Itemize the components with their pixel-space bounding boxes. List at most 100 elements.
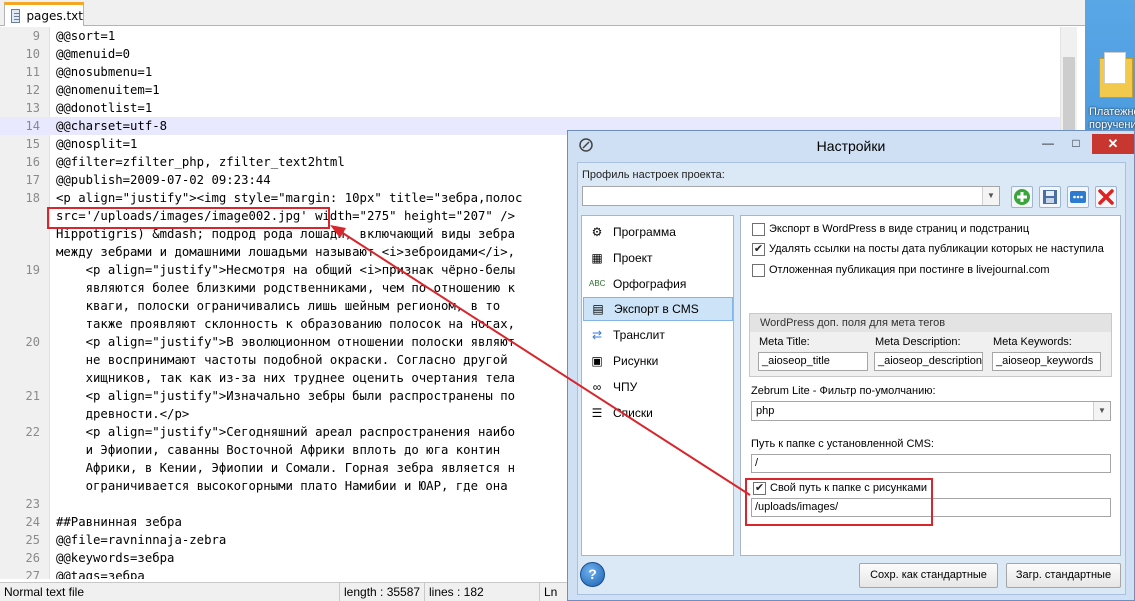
cms-path-input[interactable]: / <box>751 454 1111 473</box>
status-ln: Ln <box>544 585 558 599</box>
profile-select[interactable]: ▼ <box>582 186 1000 206</box>
delete-future-links-label: Удалять ссылки на посты дата публикации … <box>769 243 1104 255</box>
line-number: 17 <box>25 173 40 187</box>
export-icon: ▤ <box>592 302 604 316</box>
settings-dialog: Настройки — □ ✕ Профиль настроек проекта… <box>567 130 1135 601</box>
status-length: length : 35587 <box>340 583 425 601</box>
nav-item-images[interactable]: ▣ Рисунки <box>583 349 733 373</box>
meta-description-input[interactable]: _aioseop_description <box>874 352 983 371</box>
line-number: 24 <box>25 515 40 529</box>
save-icon <box>1043 190 1057 204</box>
line-text: @@nosplit=1 <box>56 137 138 151</box>
code-line[interactable]: 10 @@menuid=0 <box>0 45 1060 63</box>
meta-keywords-input[interactable]: _aioseop_keywords <box>992 352 1101 371</box>
nav-item-spelling[interactable]: ABC Орфография <box>583 272 733 296</box>
line-text: являются более близкими родственниками, … <box>56 281 516 295</box>
maximize-button[interactable]: □ <box>1064 134 1088 154</box>
nav-item-lists[interactable]: ☰ Списки <box>583 401 733 425</box>
line-text: @@nosubmenu=1 <box>56 65 153 79</box>
line-text: @@menuid=0 <box>56 47 131 61</box>
minimize-button[interactable]: — <box>1036 134 1060 154</box>
filter-label: Zebrum Lite - Фильтр по-умолчанию: <box>751 385 936 397</box>
load-default-button[interactable]: Загр. стандартные <box>1006 563 1121 588</box>
delayed-publish-label: Отложенная публикация при постинге в liv… <box>769 264 1050 276</box>
chevron-down-icon[interactable]: ▼ <box>982 187 999 205</box>
nav-label: Программа <box>613 225 676 239</box>
ellipsis-icon <box>1070 191 1086 203</box>
add-profile-button[interactable] <box>1011 186 1033 208</box>
line-text: @@tags=зебра <box>56 569 145 579</box>
line-number: 13 <box>25 101 40 115</box>
translit-icon: ⇄ <box>591 328 603 342</box>
more-profile-button[interactable] <box>1067 186 1089 208</box>
status-lines: lines : 182 <box>425 583 540 601</box>
help-button[interactable]: ? <box>580 562 605 587</box>
code-line[interactable]: 12 @@nomenuitem=1 <box>0 81 1060 99</box>
save-as-default-button[interactable]: Сохр. как стандартные <box>859 563 998 588</box>
close-button[interactable]: ✕ <box>1092 134 1134 154</box>
folder-paper <box>1104 52 1126 84</box>
line-number: 12 <box>25 83 40 97</box>
dialog-titlebar[interactable]: Настройки — □ ✕ <box>568 131 1134 161</box>
scrollbar-thumb[interactable] <box>1063 57 1075 137</box>
nav-item-translit[interactable]: ⇄ Транслит <box>583 323 733 347</box>
nav-item-project[interactable]: ▦ Проект <box>583 246 733 270</box>
line-number: 18 <box>25 191 40 205</box>
line-text: <p align="justify">В эволюционном отноше… <box>56 335 516 349</box>
line-number: 14 <box>25 119 40 133</box>
line-text: @@donotlist=1 <box>56 101 153 115</box>
line-number: 22 <box>25 425 40 439</box>
line-number: 20 <box>25 335 40 349</box>
line-number: 9 <box>32 29 40 43</box>
nav-label: Орфография <box>613 277 687 291</box>
cms-path-label: Путь к папке с установленной CMS: <box>751 438 934 450</box>
line-text: @@publish=2009-07-02 09:23:44 <box>56 173 271 187</box>
chevron-down-icon[interactable]: ▼ <box>1093 402 1110 420</box>
project-icon: ▦ <box>591 251 603 265</box>
code-line[interactable]: 9 @@sort=1 <box>0 27 1060 45</box>
line-number: 21 <box>25 389 40 403</box>
line-text: @@charset=utf-8 <box>56 119 168 133</box>
code-line[interactable]: 11 @@nosubmenu=1 <box>0 63 1060 81</box>
line-text: @@nomenuitem=1 <box>56 83 160 97</box>
link-icon: ∞ <box>592 380 602 394</box>
tab-label: pages.txt <box>26 8 83 23</box>
desktop-folder-icon[interactable] <box>1099 52 1133 98</box>
delayed-publish-checkbox[interactable] <box>752 264 765 277</box>
profile-label: Профиль настроек проекта: <box>582 169 725 181</box>
line-number: 16 <box>25 155 40 169</box>
line-text: @@keywords=зебра <box>56 551 175 565</box>
nav-label: Проект <box>613 251 653 265</box>
line-text: не воспринимают частоты подобной окраски… <box>56 353 508 367</box>
desktop-folder-label-line1: Платежно <box>1089 106 1135 118</box>
delete-profile-button[interactable] <box>1095 186 1117 208</box>
export-wordpress-checkbox[interactable] <box>752 223 765 236</box>
delete-future-links-checkbox[interactable]: ✔ <box>752 243 765 256</box>
meta-description-label: Meta Description: <box>875 336 961 348</box>
nav-item-program[interactable]: ⚙ Программа <box>583 220 733 244</box>
status-file-type: Normal text file <box>0 583 340 601</box>
line-text: хищников, так как из-за них труднее оцен… <box>56 371 516 385</box>
line-number: 23 <box>25 497 40 511</box>
line-number: 11 <box>25 65 40 79</box>
line-text: <p align="justify">Изначально зебры были… <box>56 389 516 403</box>
code-line[interactable]: 13 @@donotlist=1 <box>0 99 1060 117</box>
meta-title-input[interactable]: _aioseop_title <box>758 352 868 371</box>
line-number: 19 <box>25 263 40 277</box>
images-icon: ▣ <box>591 354 603 368</box>
nav-label: ЧПУ <box>613 380 638 394</box>
tab-bar: pages.txt <box>0 0 1085 26</box>
nav-item-export-cms[interactable]: ▤ Экспорт в CMS <box>583 297 733 321</box>
filter-select[interactable]: php ▼ <box>751 401 1111 421</box>
line-text: также проявляют склонность к образованию… <box>56 317 516 331</box>
export-wordpress-label: Экспорт в WordPress в виде страниц и под… <box>769 223 1030 235</box>
line-text: кваги, полоски ограничивались лишь шейны… <box>56 299 501 313</box>
nav-label: Списки <box>613 406 653 420</box>
save-profile-button[interactable] <box>1039 186 1061 208</box>
line-text: между зебрами и домашними лошадьми назыв… <box>56 245 516 259</box>
line-text: <p align="justify">Сегодняшний ареал рас… <box>56 425 516 439</box>
line-text: @@file=ravninnaja-zebra <box>56 533 227 547</box>
tab-pages-txt[interactable]: pages.txt <box>4 2 84 26</box>
desktop-folder-label[interactable]: Платежно поручени <box>1089 106 1135 132</box>
nav-item-urls[interactable]: ∞ ЧПУ <box>583 375 733 399</box>
